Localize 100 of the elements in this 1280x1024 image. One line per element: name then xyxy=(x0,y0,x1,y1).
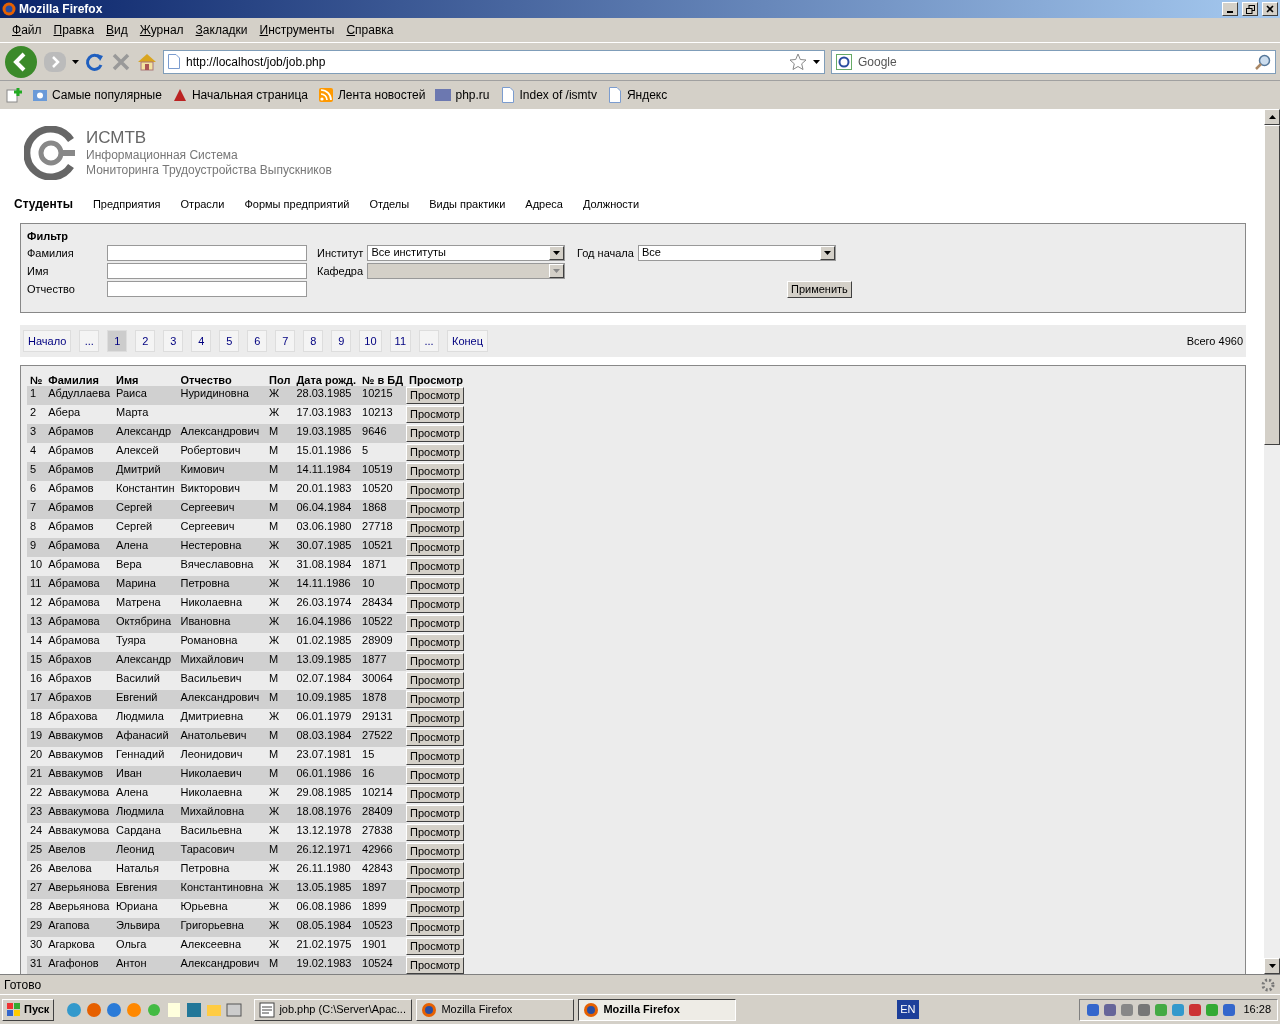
bookmark-link[interactable]: Самые популярные xyxy=(32,86,162,104)
nav-link[interactable]: Должности xyxy=(582,198,640,210)
view-button[interactable]: Просмотр xyxy=(406,463,465,480)
page-link[interactable]: 5 xyxy=(219,329,240,353)
view-button[interactable]: Просмотр xyxy=(406,539,465,556)
view-button[interactable]: Просмотр xyxy=(406,653,465,670)
view-button[interactable]: Просмотр xyxy=(406,501,465,518)
page-link[interactable]: Начало xyxy=(23,329,72,353)
app-icon[interactable] xyxy=(226,1001,243,1018)
page-link[interactable]: 6 xyxy=(247,329,268,353)
view-button[interactable]: Просмотр xyxy=(406,957,465,974)
page-link[interactable]: 10 xyxy=(359,329,382,353)
view-button[interactable]: Просмотр xyxy=(406,558,465,575)
view-button[interactable]: Просмотр xyxy=(406,672,465,689)
start-button[interactable]: Пуск xyxy=(2,998,55,1021)
forward-button[interactable] xyxy=(44,49,66,74)
view-button[interactable]: Просмотр xyxy=(406,805,465,822)
view-button[interactable]: Просмотр xyxy=(406,729,465,746)
tray-icon[interactable] xyxy=(1205,1002,1220,1017)
page-link[interactable]: 11 xyxy=(389,329,411,353)
app-icon[interactable] xyxy=(66,1001,83,1018)
language-indicator[interactable]: EN xyxy=(897,1000,919,1019)
view-button[interactable]: Просмотр xyxy=(406,748,465,765)
app-icon[interactable] xyxy=(126,1001,143,1018)
close-button[interactable] xyxy=(1262,2,1278,16)
view-button[interactable]: Просмотр xyxy=(406,919,465,936)
dropdown-arrow-icon[interactable] xyxy=(72,59,79,64)
view-button[interactable]: Просмотр xyxy=(406,577,465,594)
restore-button[interactable] xyxy=(1242,2,1258,16)
star-icon[interactable] xyxy=(789,52,807,71)
tray-icon[interactable] xyxy=(1154,1002,1169,1017)
dropdown-arrow-icon[interactable] xyxy=(813,59,820,64)
text-field[interactable] xyxy=(107,280,307,297)
app-icon[interactable] xyxy=(86,1001,103,1018)
dropdown[interactable]: Все институты xyxy=(367,244,566,261)
view-button[interactable]: Просмотр xyxy=(406,406,465,423)
tray-icon[interactable] xyxy=(1120,1002,1135,1017)
apply-button[interactable]: Применить xyxy=(787,281,852,298)
tray-icon[interactable] xyxy=(1137,1002,1152,1017)
view-button[interactable]: Просмотр xyxy=(406,786,465,803)
nav-link[interactable]: Предприятия xyxy=(92,198,161,210)
view-button[interactable]: Просмотр xyxy=(406,425,465,442)
view-button[interactable]: Просмотр xyxy=(406,900,465,917)
menu-item[interactable]: Файл xyxy=(6,21,48,39)
view-button[interactable]: Просмотр xyxy=(406,444,465,461)
stop-icon[interactable] xyxy=(111,51,131,72)
menu-item[interactable]: Закладки xyxy=(189,21,254,39)
page-link[interactable]: 8 xyxy=(303,329,324,353)
app-icon[interactable] xyxy=(186,1001,203,1018)
nav-link[interactable]: Отделы xyxy=(369,198,410,210)
view-button[interactable]: Просмотр xyxy=(406,862,465,879)
page-link[interactable]: 9 xyxy=(331,329,352,353)
view-button[interactable]: Просмотр xyxy=(406,634,465,651)
nav-link[interactable]: Студенты xyxy=(14,197,73,211)
view-button[interactable]: Просмотр xyxy=(406,520,465,537)
page-link[interactable]: ... xyxy=(79,329,100,353)
scroll-up-arrow-icon[interactable] xyxy=(1268,115,1276,119)
view-button[interactable]: Просмотр xyxy=(406,596,465,613)
menu-item[interactable]: Справка xyxy=(340,21,400,39)
view-button[interactable]: Просмотр xyxy=(406,824,465,841)
view-button[interactable]: Просмотр xyxy=(406,938,465,955)
view-button[interactable]: Просмотр xyxy=(406,843,465,860)
view-button[interactable]: Просмотр xyxy=(406,881,465,898)
page-link[interactable]: 1 xyxy=(107,329,128,353)
text-field[interactable] xyxy=(107,244,307,261)
page-link[interactable]: Конец xyxy=(447,329,489,353)
view-button[interactable]: Просмотр xyxy=(406,691,465,708)
taskbar-button[interactable]: job.php (C:\Server\Apac... xyxy=(254,998,413,1021)
minimize-button[interactable] xyxy=(1222,2,1238,16)
scroll-down-arrow-icon[interactable] xyxy=(1268,964,1276,968)
bookmark-link[interactable]: php.ru xyxy=(435,86,490,104)
menu-item[interactable]: Журнал xyxy=(133,21,190,39)
bookmark-link[interactable]: Яндекс xyxy=(606,86,668,104)
menu-item[interactable]: Инструменты xyxy=(253,21,341,39)
page-link[interactable]: 4 xyxy=(191,329,212,353)
tray-icon[interactable] xyxy=(1171,1002,1186,1017)
search-icon[interactable] xyxy=(1255,53,1271,70)
menu-item[interactable]: Правка xyxy=(47,21,101,39)
view-button[interactable]: Просмотр xyxy=(406,767,465,784)
taskbar-button[interactable]: Mozilla Firefox xyxy=(578,998,737,1021)
view-button[interactable]: Просмотр xyxy=(406,387,465,404)
address-field[interactable]: http://localhost/job/job.php xyxy=(163,49,825,74)
back-button[interactable] xyxy=(4,44,38,79)
bookmark-link[interactable]: Index of /ismtv xyxy=(499,86,597,104)
page-link[interactable]: 3 xyxy=(163,329,184,353)
dropdown[interactable]: Все xyxy=(637,244,836,261)
nav-link[interactable]: Адреса xyxy=(525,198,563,210)
menu-item[interactable]: Вид xyxy=(100,21,134,39)
view-button[interactable]: Просмотр xyxy=(406,615,465,632)
view-button[interactable]: Просмотр xyxy=(406,482,465,499)
bookmark-link[interactable]: Начальная страница xyxy=(171,86,308,104)
view-button[interactable]: Просмотр xyxy=(406,710,465,727)
nav-link[interactable]: Виды практики xyxy=(429,198,506,210)
bookmark-link[interactable]: Лента новостей xyxy=(318,86,426,104)
reload-icon[interactable] xyxy=(85,51,105,72)
page-link[interactable]: 2 xyxy=(135,329,156,353)
tray-icon[interactable] xyxy=(1222,1002,1237,1017)
text-field[interactable] xyxy=(107,262,307,279)
home-icon[interactable] xyxy=(137,51,157,72)
tray-icon[interactable] xyxy=(1188,1002,1203,1017)
